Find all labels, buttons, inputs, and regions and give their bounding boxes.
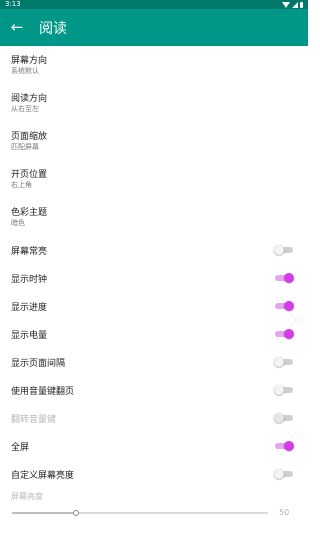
show-clock-switch[interactable] [274, 272, 294, 284]
custom-brightness-switch[interactable] [274, 468, 294, 480]
setting-title: 开页位置 [11, 169, 48, 180]
toggle-row-custom-brightness[interactable]: 自定义屏幕亮度 [0, 460, 308, 488]
toggle-label: 显示页面间隔 [11, 358, 66, 369]
setting-page-scale[interactable]: 页面缩放 匹配屏幕 [0, 122, 308, 160]
toggle-row-show-clock[interactable]: 显示时钟 [0, 264, 308, 292]
setting-value: 系统默认 [11, 66, 39, 75]
keep-screen-on-switch[interactable] [274, 244, 294, 256]
status-time: 3:13 [5, 0, 21, 8]
setting-title: 页面缩放 [11, 131, 48, 142]
toggle-label: 翻转音量键 [11, 414, 57, 425]
setting-title: 色彩主题 [11, 207, 48, 218]
toggle-row-show-progress[interactable]: 显示进度 [0, 292, 308, 320]
brightness-value: 50 [279, 508, 290, 517]
show-progress-switch[interactable] [274, 300, 294, 312]
setting-color-theme[interactable]: 色彩主题 暗色 [0, 198, 308, 236]
setting-screen-orientation[interactable]: 屏幕方向 系统默认 [0, 46, 308, 84]
setting-value: 匹配屏幕 [11, 142, 39, 151]
battery-icon [300, 1, 303, 8]
setting-reading-direction[interactable]: 阅读方向 从右至左 [0, 84, 308, 122]
fullscreen-switch[interactable] [274, 440, 294, 452]
setting-start-position[interactable]: 开页位置 右上角 [0, 160, 308, 198]
brightness-slider [12, 507, 268, 519]
toggle-row-show-page-gap[interactable]: 显示页面间隔 [0, 348, 308, 376]
toggle-label: 显示电量 [11, 330, 48, 341]
brightness-setting: 屏幕亮度 50 [0, 488, 308, 536]
back-arrow-icon: ← [10, 18, 24, 36]
setting-value: 右上角 [11, 180, 32, 189]
toggle-label: 显示进度 [11, 302, 48, 313]
wifi-icon [282, 1, 290, 8]
toggle-row-invert-volume-keys: 翻转音量键 [0, 404, 308, 432]
status-bar: 3:13 [0, 0, 308, 9]
toggle-label: 显示时钟 [11, 274, 48, 285]
toggle-row-volume-key-turn[interactable]: 使用音量键翻页 [0, 376, 308, 404]
toggle-label: 屏幕常亮 [11, 246, 48, 257]
back-button[interactable]: ← [0, 9, 34, 46]
status-icons [282, 1, 303, 8]
toggle-row-show-battery[interactable]: 显示电量 [0, 320, 308, 348]
toggle-label: 使用音量键翻页 [11, 386, 75, 397]
setting-value: 从右至左 [11, 104, 39, 113]
slider-knob [73, 510, 79, 516]
toggle-row-keep-screen-on[interactable]: 屏幕常亮 [0, 236, 308, 264]
toggle-label: 全屏 [11, 442, 30, 453]
page-title: 阅读 [39, 20, 67, 37]
toggle-label: 自定义屏幕亮度 [11, 470, 75, 481]
brightness-label: 屏幕亮度 [11, 492, 43, 501]
setting-title: 屏幕方向 [11, 55, 48, 66]
setting-title: 阅读方向 [11, 93, 48, 104]
setting-value: 暗色 [11, 218, 25, 227]
app-bar: ← 阅读 [0, 9, 308, 46]
invert-volume-keys-switch [274, 412, 294, 424]
volume-key-turn-switch[interactable] [274, 384, 294, 396]
show-page-gap-switch[interactable] [274, 356, 294, 368]
settings-list: 屏幕方向 系统默认 阅读方向 从右至左 页面缩放 匹配屏幕 开页位置 右上角 色… [0, 46, 308, 536]
slider-fill [12, 512, 76, 514]
show-battery-switch[interactable] [274, 328, 294, 340]
signal-icon [292, 1, 298, 8]
toggle-row-fullscreen[interactable]: 全屏 [0, 432, 308, 460]
